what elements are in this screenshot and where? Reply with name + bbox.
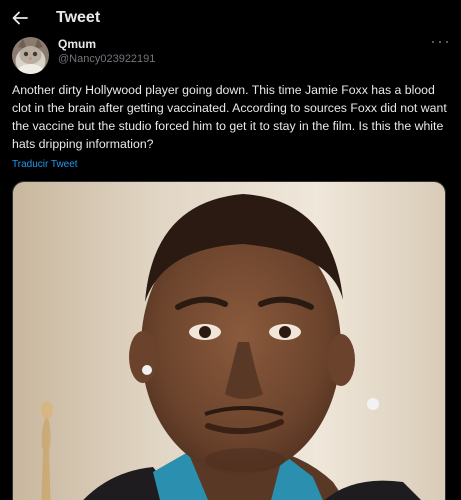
portrait-photo (13, 182, 445, 500)
arrow-left-icon (12, 11, 28, 25)
page-title: Tweet (56, 9, 101, 26)
avatar[interactable] (12, 37, 49, 74)
more-options-button[interactable] (432, 37, 448, 47)
tweet-detail-view: Tweet Qmum @Nancy023922191 Another dirty… (0, 0, 461, 500)
cat-avatar-image (12, 37, 49, 74)
author-display-name[interactable]: Qmum (58, 37, 96, 51)
back-button[interactable] (10, 8, 30, 28)
more-horizontal-icon (432, 41, 434, 43)
tweet-photo[interactable] (12, 181, 446, 500)
author-handle[interactable]: @Nancy023922191 (58, 53, 155, 65)
top-bar: Tweet (0, 0, 461, 36)
translate-tweet-link[interactable]: Traducir Tweet (12, 159, 78, 170)
tweet-text: Another dirty Hollywood player going dow… (12, 83, 447, 151)
